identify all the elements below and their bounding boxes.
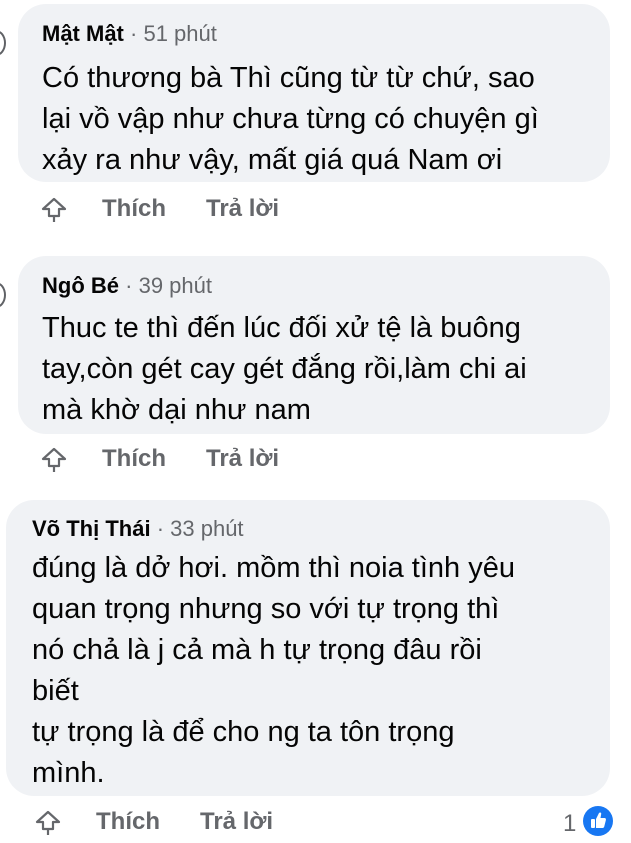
comment-bubble: Ngô Bé · 39 phút Thuc te thì đến lúc đối… (18, 256, 610, 434)
comment-text: đúng là dở hơi. mồm thì noia tình yêu qu… (32, 552, 515, 789)
comment-bubble: Võ Thị Thái · 33 phút đúng là dở hơi. mồ… (6, 500, 610, 796)
comment-header: Ngô Bé · 39 phút (42, 273, 212, 299)
share-arrow-icon[interactable] (38, 444, 70, 476)
comment-text: Có thương bà Thì cũng từ từ chứ, sao lại… (42, 62, 539, 176)
comment-author[interactable]: Võ Thị Thái (32, 516, 151, 541)
separator-dot: · (125, 273, 133, 298)
comment-header: Mật Mật · 51 phút (42, 21, 217, 47)
share-arrow-icon[interactable] (38, 194, 70, 226)
comment-text: Thuc te thì đến lúc đối xử tệ là buông t… (42, 312, 527, 426)
reply-button[interactable]: Trả lời (206, 445, 279, 473)
like-button[interactable]: Thích (102, 195, 166, 223)
comment-author[interactable]: Ngô Bé (42, 273, 119, 298)
comment-author[interactable]: Mật Mật (42, 21, 124, 46)
like-button[interactable]: Thích (96, 808, 160, 836)
comment-time[interactable]: 39 phút (139, 273, 212, 298)
comment-time[interactable]: 51 phút (143, 21, 216, 46)
share-arrow-icon[interactable] (32, 807, 64, 839)
thumbs-up-icon[interactable] (583, 806, 613, 836)
comment-header: Võ Thị Thái · 33 phút (32, 516, 244, 542)
thread-connector (0, 282, 6, 308)
comment-time[interactable]: 33 phút (170, 516, 243, 541)
separator-dot: · (130, 21, 138, 46)
comment-actions: Thích Trả lời (38, 190, 598, 230)
reply-button[interactable]: Trả lời (200, 808, 273, 836)
comment-bubble: Mật Mật · 51 phút Có thương bà Thì cũng … (18, 4, 610, 182)
comment-actions: Thích Trả lời (32, 803, 622, 843)
separator-dot: · (156, 516, 165, 541)
like-button[interactable]: Thích (102, 445, 166, 473)
thread-connector (0, 30, 6, 56)
comment-actions: Thích Trả lời (38, 440, 598, 480)
reaction-count[interactable]: 1 (563, 810, 576, 838)
reply-button[interactable]: Trả lời (206, 195, 279, 223)
